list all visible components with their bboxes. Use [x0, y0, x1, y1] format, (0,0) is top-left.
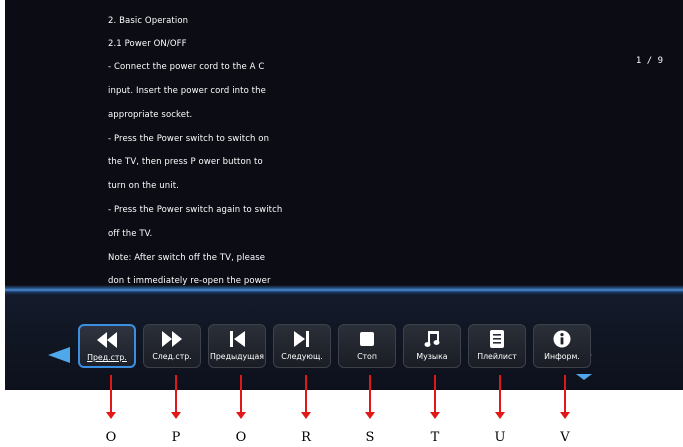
screen-divider	[5, 285, 683, 295]
button-label: Информ.	[544, 352, 580, 361]
document-line: - Connect the power cord to the A C	[108, 62, 265, 72]
button-label: След.стр.	[152, 352, 192, 361]
callout-arrow	[560, 375, 570, 419]
prev-page-button[interactable]: Пред.стр.	[78, 324, 136, 368]
document-line: off the TV.	[108, 229, 153, 239]
document-line: appropriate socket.	[108, 110, 193, 120]
document-line: - Press the Power switch to switch on	[108, 134, 270, 144]
fast-forward-icon	[162, 331, 182, 347]
info-icon	[553, 330, 571, 348]
rewind-icon	[97, 332, 117, 348]
stop-icon	[360, 332, 374, 346]
callout-label: R	[301, 430, 311, 445]
callout-arrow	[236, 375, 246, 419]
info-button[interactable]: Информ.	[533, 324, 591, 368]
callout-label: O	[235, 430, 247, 445]
document-line: don t immediately re-open the power	[108, 276, 271, 285]
document-line: Note: After switch off the TV, please	[108, 253, 266, 263]
reader-screen: 2. Basic Operation 2.1 Power ON/OFF - Co…	[5, 0, 683, 285]
playlist-button[interactable]: Плейлист	[468, 324, 526, 368]
page-indicator: 1 / 9	[635, 56, 663, 66]
callout-label: O	[105, 430, 117, 445]
document-line: - Press the Power switch again to switch	[108, 205, 283, 215]
callout-arrow	[495, 375, 505, 419]
document-line: the TV, then press P ower button to	[108, 157, 263, 167]
button-label: Пред.стр.	[87, 353, 127, 362]
skip-previous-icon	[230, 331, 245, 347]
button-label: Следующ.	[281, 352, 323, 361]
callout-label: P	[171, 430, 181, 445]
music-note-icon	[424, 331, 440, 347]
button-label: Предыдущая	[210, 352, 264, 361]
previous-file-button[interactable]: Предыдущая	[208, 324, 266, 368]
callout-label: V	[560, 430, 570, 445]
callout-label: T	[430, 430, 440, 445]
scroll-down-arrow-icon[interactable]	[576, 374, 592, 380]
document-line: turn on the unit.	[108, 181, 179, 191]
callout-arrow	[171, 375, 181, 419]
document-line: input. Insert the power cord into the	[108, 86, 266, 96]
stop-button[interactable]: Стоп	[338, 324, 396, 368]
callout-arrow	[106, 375, 116, 419]
document-line: 2. Basic Operation	[108, 16, 189, 26]
callout-label: S	[365, 430, 375, 445]
callout-arrow	[365, 375, 375, 419]
music-button[interactable]: Музыка	[403, 324, 461, 368]
callout-arrow	[301, 375, 311, 419]
callout-arrow	[430, 375, 440, 419]
next-page-button[interactable]: След.стр.	[143, 324, 201, 368]
callout-label: U	[494, 430, 506, 445]
document-text-area: 2. Basic Operation 2.1 Power ON/OFF - Co…	[5, 0, 683, 285]
button-label: Музыка	[416, 352, 448, 361]
playlist-icon	[490, 330, 504, 348]
next-file-button[interactable]: Следующ.	[273, 324, 331, 368]
scroll-left-arrow-icon[interactable]	[48, 347, 70, 363]
button-label: Плейлист	[477, 352, 517, 361]
button-label: Стоп	[357, 352, 377, 361]
document-line: 2.1 Power ON/OFF	[108, 39, 187, 49]
skip-next-icon	[294, 331, 309, 347]
